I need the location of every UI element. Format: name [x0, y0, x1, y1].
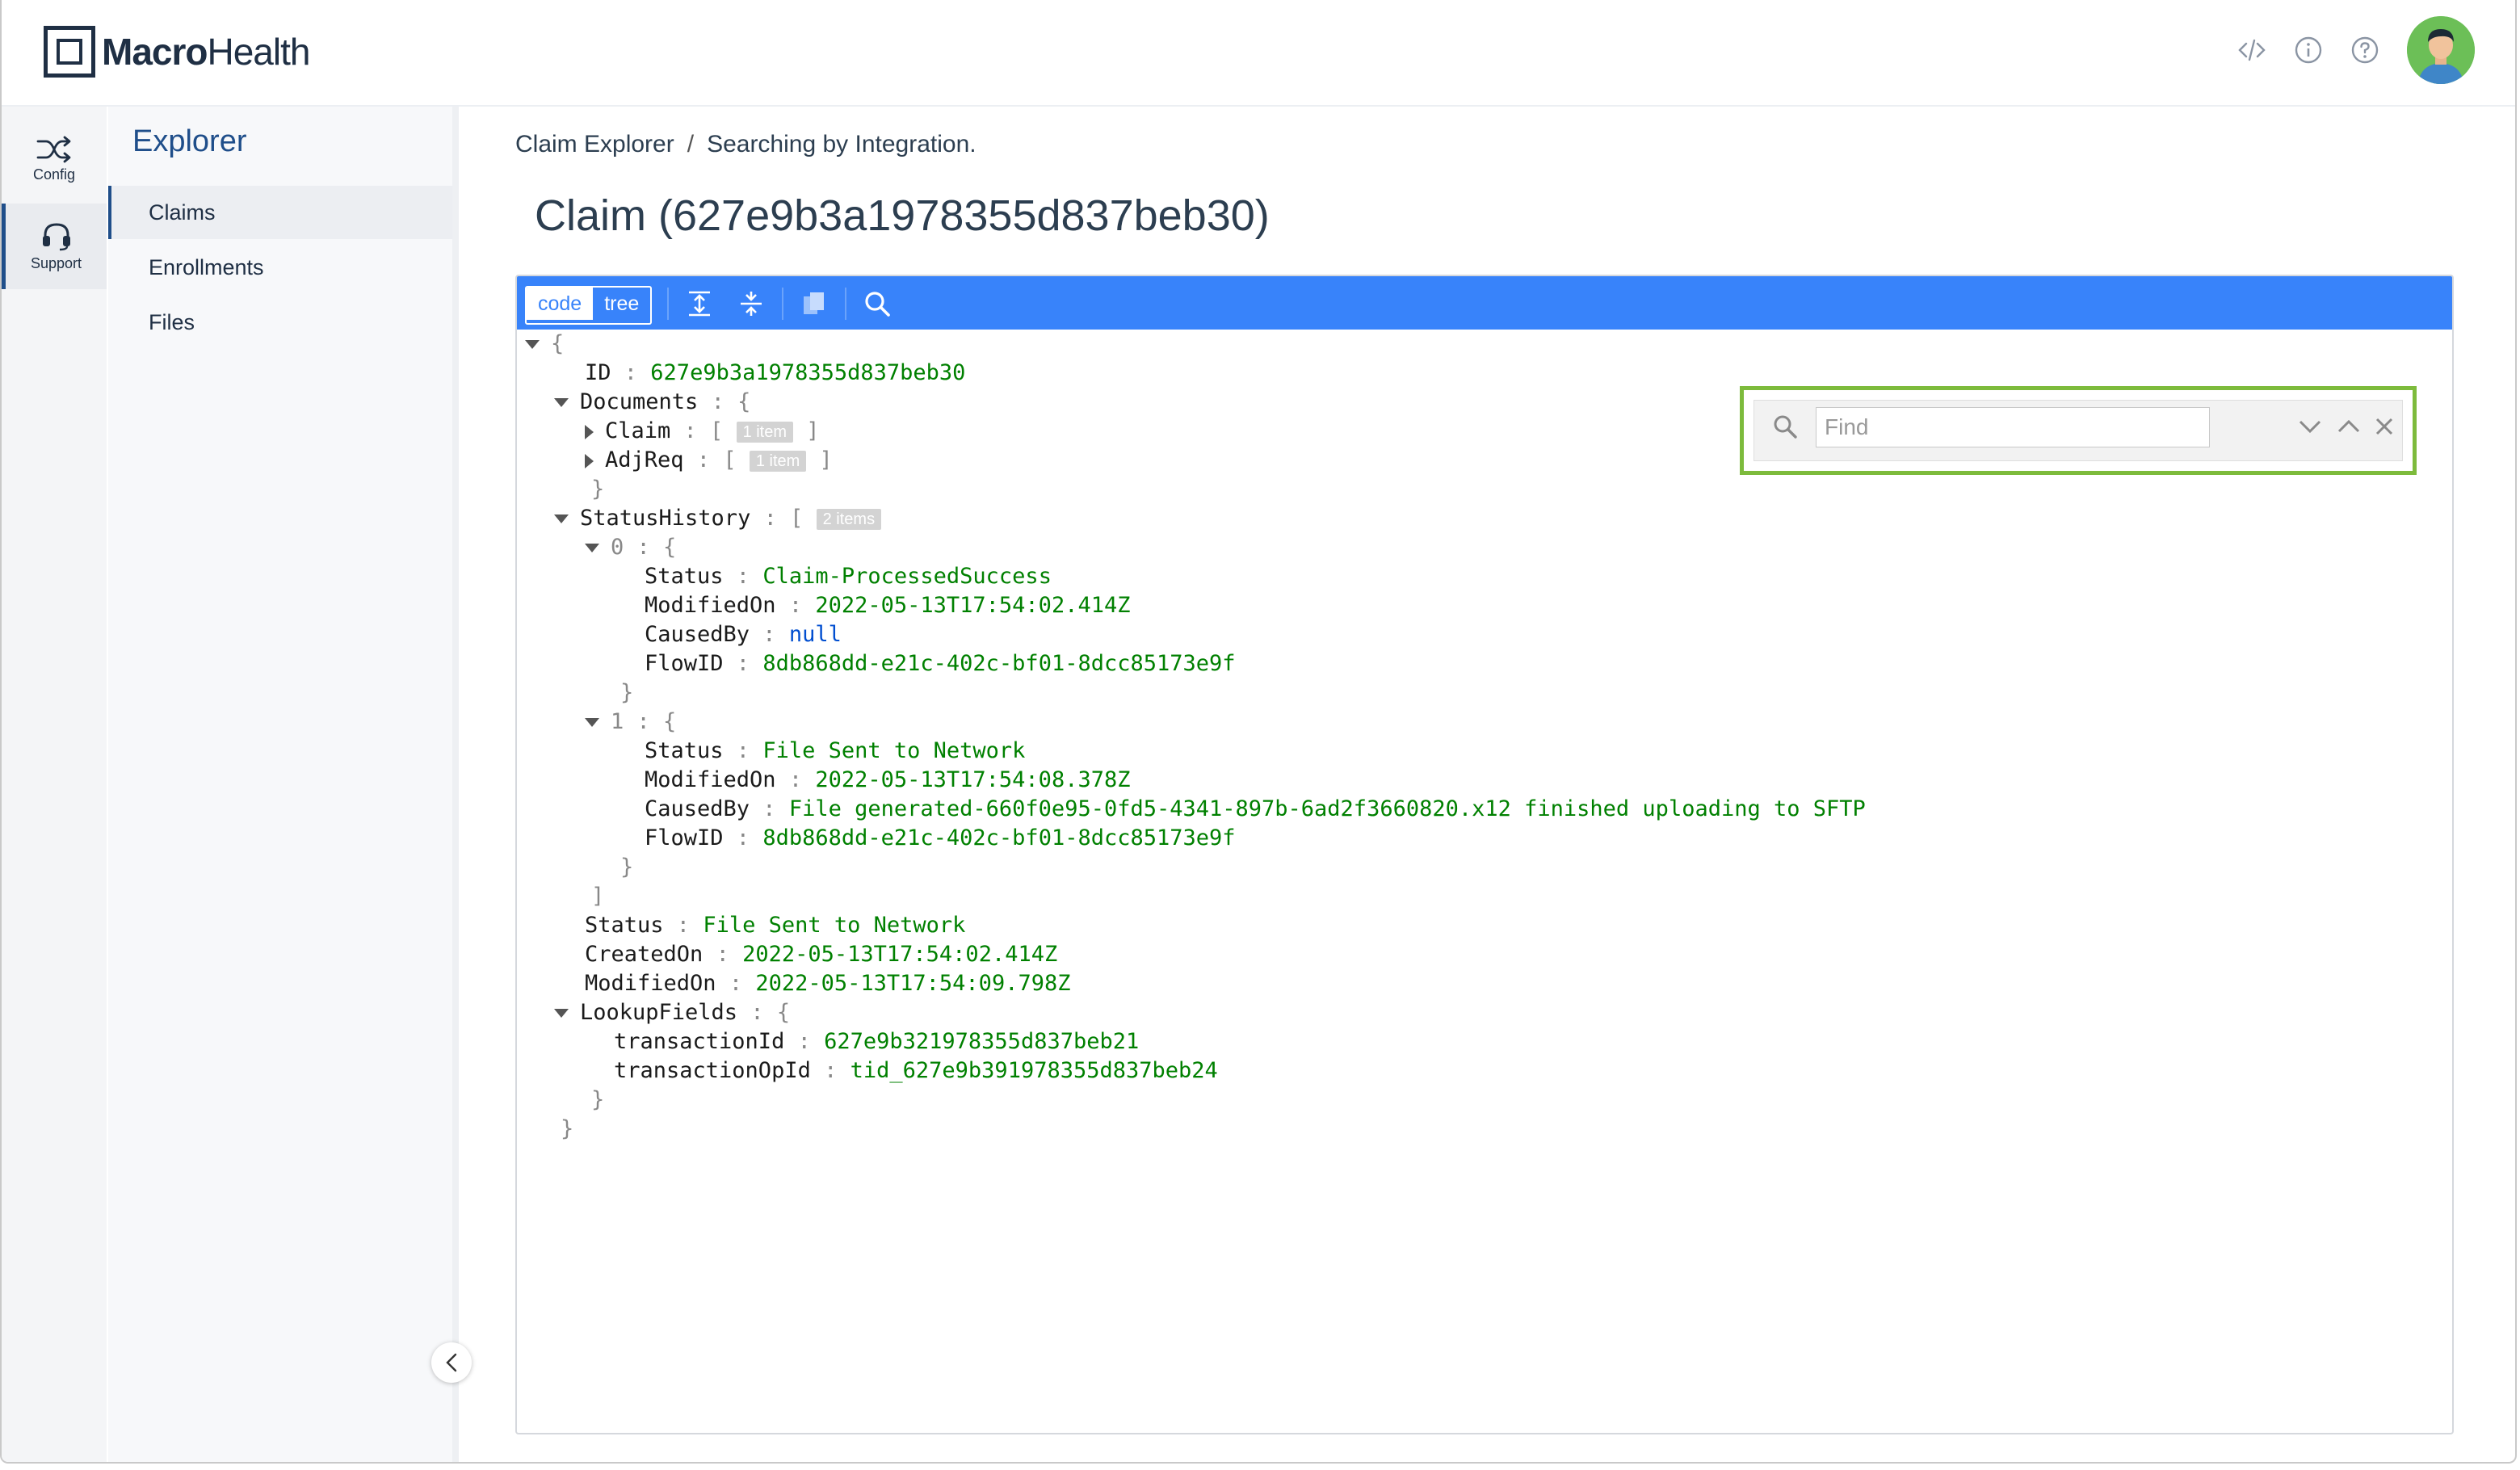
tree-row-transaction-id[interactable]: transactionId : 627e9b321978355d837beb21: [614, 1027, 1139, 1056]
sidebar-item-claims[interactable]: Claims: [108, 186, 452, 239]
tree-row-history-0[interactable]: 0 : {: [585, 533, 676, 562]
expand-toggle-icon[interactable]: [585, 424, 594, 439]
close-icon: [2375, 418, 2393, 435]
headset-icon: [42, 222, 70, 250]
tree-row-flow-id[interactable]: FlowID : 8db868dd-e21c-402c-bf01-8dcc851…: [645, 649, 1236, 678]
mode-code-button[interactable]: code: [527, 288, 594, 320]
explorer-sidebar: Explorer Claims Enrollments Files: [108, 107, 459, 1462]
breadcrumb-claim-explorer[interactable]: Claim Explorer: [515, 131, 674, 158]
tree-row-caused-by[interactable]: CausedBy : null: [645, 620, 842, 649]
nav-rail: Config Support: [2, 107, 107, 1462]
top-bar: MacroHealth: [2, 0, 2515, 107]
tree-row-close: }: [561, 1116, 574, 1141]
toolbar-divider: [667, 288, 669, 320]
sidebar-item-enrollments[interactable]: Enrollments: [108, 241, 452, 294]
find-input[interactable]: [1816, 407, 2210, 447]
find-next-button[interactable]: [2295, 412, 2325, 441]
tree-row-transaction-op-id[interactable]: transactionOpId : tid_627e9b391978355d83…: [614, 1056, 1218, 1086]
tree-row-close: }: [591, 1087, 605, 1112]
mode-toggle: code tree: [525, 286, 653, 325]
breadcrumb-current: Searching by Integration.: [707, 131, 976, 158]
copy-button[interactable]: [796, 286, 832, 321]
find-close-button[interactable]: [2370, 412, 2399, 441]
find-panel: [1740, 386, 2417, 475]
logo-mark-icon: [44, 26, 95, 78]
tree-row-caused-by[interactable]: CausedBy : File generated-660f0e95-0fd5-…: [645, 795, 1866, 824]
tree-row-history-1[interactable]: 1 : {: [585, 708, 676, 737]
app-window: MacroHealth Config Support Explorer Clai…: [0, 0, 2517, 1464]
collapse-sidebar-button[interactable]: [431, 1342, 472, 1383]
tree-row-id[interactable]: ID : 627e9b3a1978355d837beb30: [585, 359, 965, 388]
page-title: Claim (627e9b3a1978355d837beb30): [535, 191, 1270, 240]
tree-row-lookup-fields[interactable]: LookupFields : {: [554, 998, 790, 1027]
tree-row-close: ]: [591, 884, 605, 909]
tree-row-adjreq[interactable]: AdjReq : [ 1 item ]: [585, 446, 833, 475]
tree-row-claim[interactable]: Claim : [ 1 item ]: [585, 417, 820, 446]
find-previous-button[interactable]: [2334, 412, 2363, 441]
tree-row-close: }: [591, 477, 605, 502]
rail-label-support: Support: [30, 254, 82, 271]
tree-row-close: }: [620, 855, 634, 880]
tree-row-modified-on[interactable]: ModifiedOn : 2022-05-13T17:54:02.414Z: [645, 591, 1130, 620]
collapse-toggle-icon[interactable]: [585, 718, 599, 727]
toolbar-divider: [845, 288, 846, 320]
info-icon[interactable]: [2294, 36, 2323, 65]
tree-row-documents[interactable]: Documents : {: [554, 388, 750, 417]
rail-item-config[interactable]: Config: [2, 116, 107, 202]
collapse-all-icon: [741, 292, 762, 316]
macrohealth-logo[interactable]: MacroHealth: [44, 26, 310, 78]
toolbar-divider: [782, 288, 783, 320]
rail-item-support[interactable]: Support: [2, 204, 107, 289]
collapse-toggle-icon[interactable]: [554, 1009, 569, 1018]
code-icon[interactable]: [2237, 36, 2266, 65]
breadcrumb-separator: /: [687, 131, 695, 158]
chevron-down-icon: [2299, 420, 2321, 434]
rail-label-config: Config: [32, 166, 76, 183]
breadcrumb: Claim Explorer / Searching by Integration.: [515, 131, 976, 158]
json-tree: { ID : 627e9b3a1978355d837beb30 Document…: [517, 330, 2452, 1433]
shuffle-icon: [36, 136, 71, 162]
header-actions: [2237, 16, 2475, 84]
search-button[interactable]: [859, 286, 895, 321]
user-avatar[interactable]: [2407, 16, 2475, 84]
collapse-toggle-icon[interactable]: [554, 514, 569, 523]
tree-row-close: }: [620, 680, 634, 705]
search-icon: [1770, 412, 1800, 441]
expand-toggle-icon[interactable]: [585, 453, 594, 468]
expand-all-button[interactable]: [682, 286, 717, 321]
tree-row-modified-on[interactable]: ModifiedOn : 2022-05-13T17:54:08.378Z: [645, 766, 1130, 795]
chevron-left-icon: [446, 1353, 457, 1372]
collapse-toggle-icon[interactable]: [525, 340, 540, 349]
tree-row-root[interactable]: {: [525, 330, 564, 359]
collapse-all-button[interactable]: [733, 286, 769, 321]
mode-tree-button[interactable]: tree: [593, 288, 650, 320]
copy-icon: [804, 292, 824, 314]
sidebar-title: Explorer: [132, 124, 247, 158]
help-icon[interactable]: [2350, 36, 2379, 65]
search-icon: [865, 292, 890, 317]
tree-row-status[interactable]: Status : File Sent to Network: [585, 911, 965, 940]
tree-row-status[interactable]: Status : Claim-ProcessedSuccess: [645, 562, 1052, 591]
tree-row-status-history[interactable]: StatusHistory : [ 2 items: [554, 504, 882, 533]
sidebar-item-files[interactable]: Files: [108, 296, 452, 349]
json-editor: code tree { ID : 627e9b3a1978355d837beb3…: [515, 275, 2454, 1434]
tree-row-created-on[interactable]: CreatedOn : 2022-05-13T17:54:02.414Z: [585, 940, 1057, 969]
tree-row-status[interactable]: Status : File Sent to Network: [645, 737, 1025, 766]
collapse-toggle-icon[interactable]: [585, 544, 599, 552]
expand-all-icon: [689, 291, 710, 317]
collapse-toggle-icon[interactable]: [554, 398, 569, 407]
logo-text: MacroHealth: [102, 31, 310, 73]
tree-row-flow-id[interactable]: FlowID : 8db868dd-e21c-402c-bf01-8dcc851…: [645, 824, 1236, 853]
tree-row-modified-on[interactable]: ModifiedOn : 2022-05-13T17:54:09.798Z: [585, 969, 1070, 998]
find-bar: [1754, 400, 2403, 461]
editor-toolbar: code tree: [517, 276, 2452, 330]
chevron-up-icon: [2337, 419, 2360, 433]
